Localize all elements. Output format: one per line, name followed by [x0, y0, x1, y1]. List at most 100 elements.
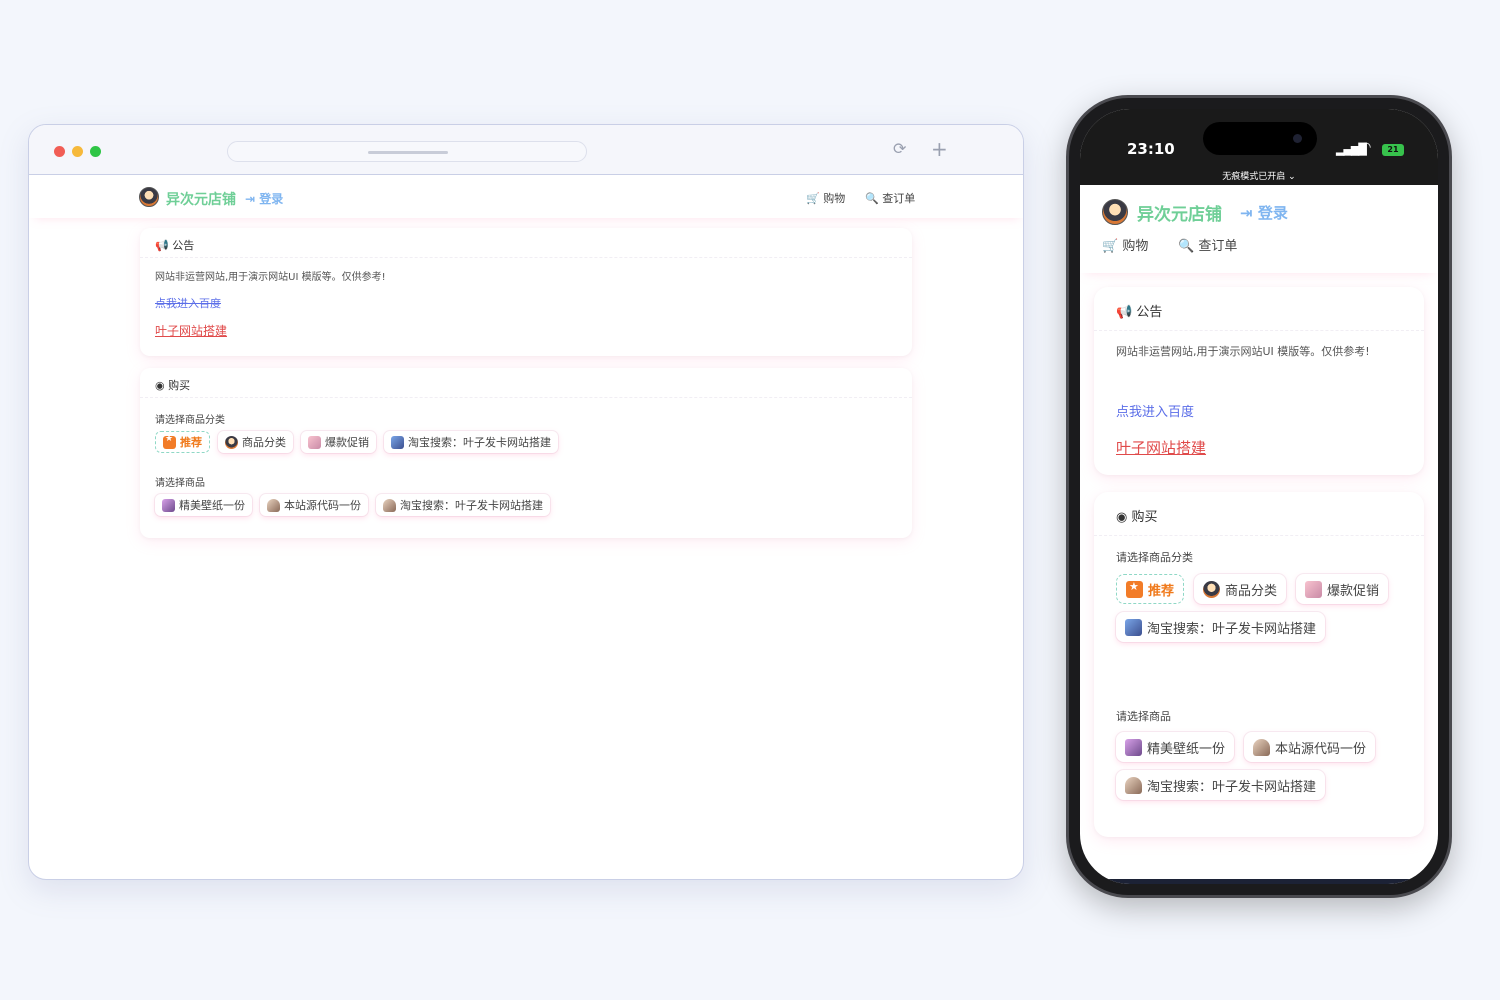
close-window-button[interactable]: [54, 146, 65, 157]
buy-card: ◉ 购买 请选择商品分类 推荐 商品分类 爆款促销 淘宝搜索：叶子发卡网站搭建 …: [140, 368, 912, 538]
megaphone-icon: 📢: [1116, 305, 1133, 320]
category-label: 请选择商品分类: [155, 415, 225, 426]
incognito-indicator[interactable]: 无痕模式已开启 ⌄: [1080, 169, 1438, 182]
nav-shop[interactable]: 🛒 购物: [1102, 235, 1148, 254]
chip-label: 推荐: [180, 436, 202, 449]
anime-avatar-icon: [1125, 738, 1142, 756]
login-label: 登录: [259, 192, 284, 206]
site-logo[interactable]: [139, 187, 159, 207]
address-placeholder-line: [368, 151, 448, 154]
star-icon: [163, 434, 176, 449]
site-brand[interactable]: 异次元店铺: [1137, 200, 1222, 225]
login-icon: ⇥: [1240, 204, 1253, 222]
nav-orders[interactable]: 🔍 查订单: [865, 190, 915, 206]
mobile-site-header: 异次元店铺 ⇥ 登录 🛒 购物 🔍 查订单: [1080, 185, 1438, 273]
battery-icon: 21: [1382, 144, 1404, 156]
chip-label: 精美壁纸一份: [179, 499, 245, 512]
notice-card: 📢 公告 网站非运营网站,用于演示网站UI 模版等。仅供参考! 点我进入百度 叶…: [1094, 287, 1424, 475]
notice-title-label: 公告: [172, 239, 195, 252]
chip-label: 爆款促销: [1327, 583, 1380, 599]
category-chip-recommend[interactable]: 推荐: [1116, 574, 1185, 604]
product-chip-wallpaper[interactable]: 精美壁纸一份: [1116, 732, 1235, 762]
login-label: 登录: [1257, 204, 1288, 222]
buy-card: ◉ 购买 请选择商品分类 推荐 商品分类 爆款促销 淘宝搜索：叶子发卡网站搭建 …: [1094, 492, 1424, 837]
product-chip-taobao[interactable]: 淘宝搜索：叶子发卡网站搭建: [1116, 770, 1326, 800]
login-link[interactable]: ⇥ 登录: [245, 190, 283, 207]
product-label: 请选择商品: [155, 478, 205, 489]
site-brand[interactable]: 异次元店铺: [166, 189, 236, 209]
new-tab-icon[interactable]: +: [931, 139, 948, 159]
nav-orders[interactable]: 🔍 查订单: [1178, 235, 1237, 254]
desktop-browser-window: ⟳ + 异次元店铺 ⇥ 登录 🛒 购物 🔍 查订单 📢 公告 网站非运营网站,用…: [28, 124, 1024, 880]
megaphone-icon: 📢: [155, 239, 169, 252]
search-icon: 🔍: [865, 192, 879, 205]
category-chip-taobao[interactable]: 淘宝搜索：叶子发卡网站搭建: [1116, 612, 1326, 642]
buy-icon: ◉: [155, 379, 165, 392]
category-chip-recommend[interactable]: 推荐: [155, 431, 210, 453]
address-bar[interactable]: [227, 141, 587, 162]
category-chip-categories[interactable]: 商品分类: [1194, 574, 1287, 604]
anime-avatar-icon: [1125, 618, 1142, 636]
search-icon: 🔍: [1178, 239, 1195, 254]
site-logo[interactable]: [1102, 199, 1128, 225]
star-icon: [1126, 580, 1143, 598]
phone-screen: 23:10 ▂▄▆█ ◠ 21 无痕模式已开启 ⌄ 异次元店铺 ⇥ 登录 🛒 购…: [1080, 109, 1438, 884]
cart-icon: 🛒: [1102, 239, 1119, 254]
buy-title: ◉ 购买: [155, 377, 190, 393]
login-icon: ⇥: [245, 192, 256, 206]
phone-frame: 23:10 ▂▄▆█ ◠ 21 无痕模式已开启 ⌄ 异次元店铺 ⇥ 登录 🛒 购…: [1066, 95, 1452, 898]
category-chip-categories[interactable]: 商品分类: [218, 431, 293, 453]
maximize-window-button[interactable]: [90, 146, 101, 157]
anime-avatar-icon: [162, 498, 175, 512]
category-chip-hot[interactable]: 爆款促销: [301, 431, 376, 453]
avatar-icon: [225, 435, 238, 449]
chip-label: 本站源代码一份: [1275, 741, 1367, 757]
status-bar: 23:10 ▂▄▆█ ◠ 21 无痕模式已开启 ⌄: [1080, 109, 1438, 185]
site-build-link[interactable]: 叶子网站搭建: [155, 322, 227, 339]
category-chip-taobao[interactable]: 淘宝搜索：叶子发卡网站搭建: [384, 431, 558, 453]
baidu-link[interactable]: 点我进入百度: [155, 295, 221, 311]
product-chip-source[interactable]: 本站源代码一份: [260, 494, 368, 516]
site-build-link[interactable]: 叶子网站搭建: [1116, 437, 1206, 458]
divider: [1094, 535, 1424, 536]
nav-shop-label: 购物: [823, 192, 846, 205]
category-label: 请选择商品分类: [1116, 551, 1193, 564]
status-time: 23:10: [1127, 140, 1175, 158]
buy-title-label: 购买: [1131, 510, 1158, 525]
product-label: 请选择商品: [1116, 710, 1171, 723]
notice-title: 📢 公告: [1116, 301, 1162, 320]
nav-shop[interactable]: 🛒 购物: [806, 190, 845, 206]
chip-label: 商品分类: [1225, 583, 1278, 599]
anime-avatar-icon: [1305, 580, 1323, 598]
product-chip-wallpaper[interactable]: 精美壁纸一份: [155, 494, 252, 516]
divider: [1094, 330, 1424, 331]
chip-label: 淘宝搜索：叶子发卡网站搭建: [1147, 621, 1317, 637]
buy-title-label: 购买: [168, 379, 191, 392]
chip-label: 精美壁纸一份: [1147, 741, 1226, 757]
category-chip-hot[interactable]: 爆款促销: [1296, 574, 1389, 604]
anime-avatar-icon: [391, 435, 404, 449]
category-list: 推荐 商品分类 爆款促销 淘宝搜索：叶子发卡网站搭建: [1116, 574, 1416, 642]
buy-title: ◉ 购买: [1116, 506, 1158, 525]
product-chip-taobao[interactable]: 淘宝搜索：叶子发卡网站搭建: [376, 494, 550, 516]
site-header: 异次元店铺 ⇥ 登录 🛒 购物 🔍 查订单: [29, 176, 1023, 218]
chip-label: 本站源代码一份: [284, 499, 361, 512]
nav-orders-label: 查订单: [1198, 239, 1238, 254]
product-list: 精美壁纸一份 本站源代码一份 淘宝搜索：叶子发卡网站搭建: [155, 494, 550, 516]
browser-title-bar: ⟳ +: [29, 125, 1023, 175]
notice-text: 网站非运营网站,用于演示网站UI 模版等。仅供参考!: [1116, 345, 1370, 358]
product-chip-source[interactable]: 本站源代码一份: [1244, 732, 1376, 762]
dynamic-island: [1203, 122, 1317, 155]
minimize-window-button[interactable]: [72, 146, 83, 157]
login-link[interactable]: ⇥ 登录: [1240, 202, 1288, 223]
baidu-link[interactable]: 点我进入百度: [1116, 401, 1194, 420]
divider: [140, 397, 912, 398]
chip-label: 爆款促销: [325, 436, 369, 449]
reload-icon[interactable]: ⟳: [893, 139, 906, 159]
screen-bottom-edge: [1080, 879, 1438, 884]
anime-avatar-icon: [1125, 776, 1142, 794]
buy-icon: ◉: [1116, 510, 1128, 525]
divider: [140, 257, 912, 258]
category-list: 推荐 商品分类 爆款促销 淘宝搜索：叶子发卡网站搭建: [155, 431, 558, 453]
anime-avatar-icon: [308, 435, 321, 449]
